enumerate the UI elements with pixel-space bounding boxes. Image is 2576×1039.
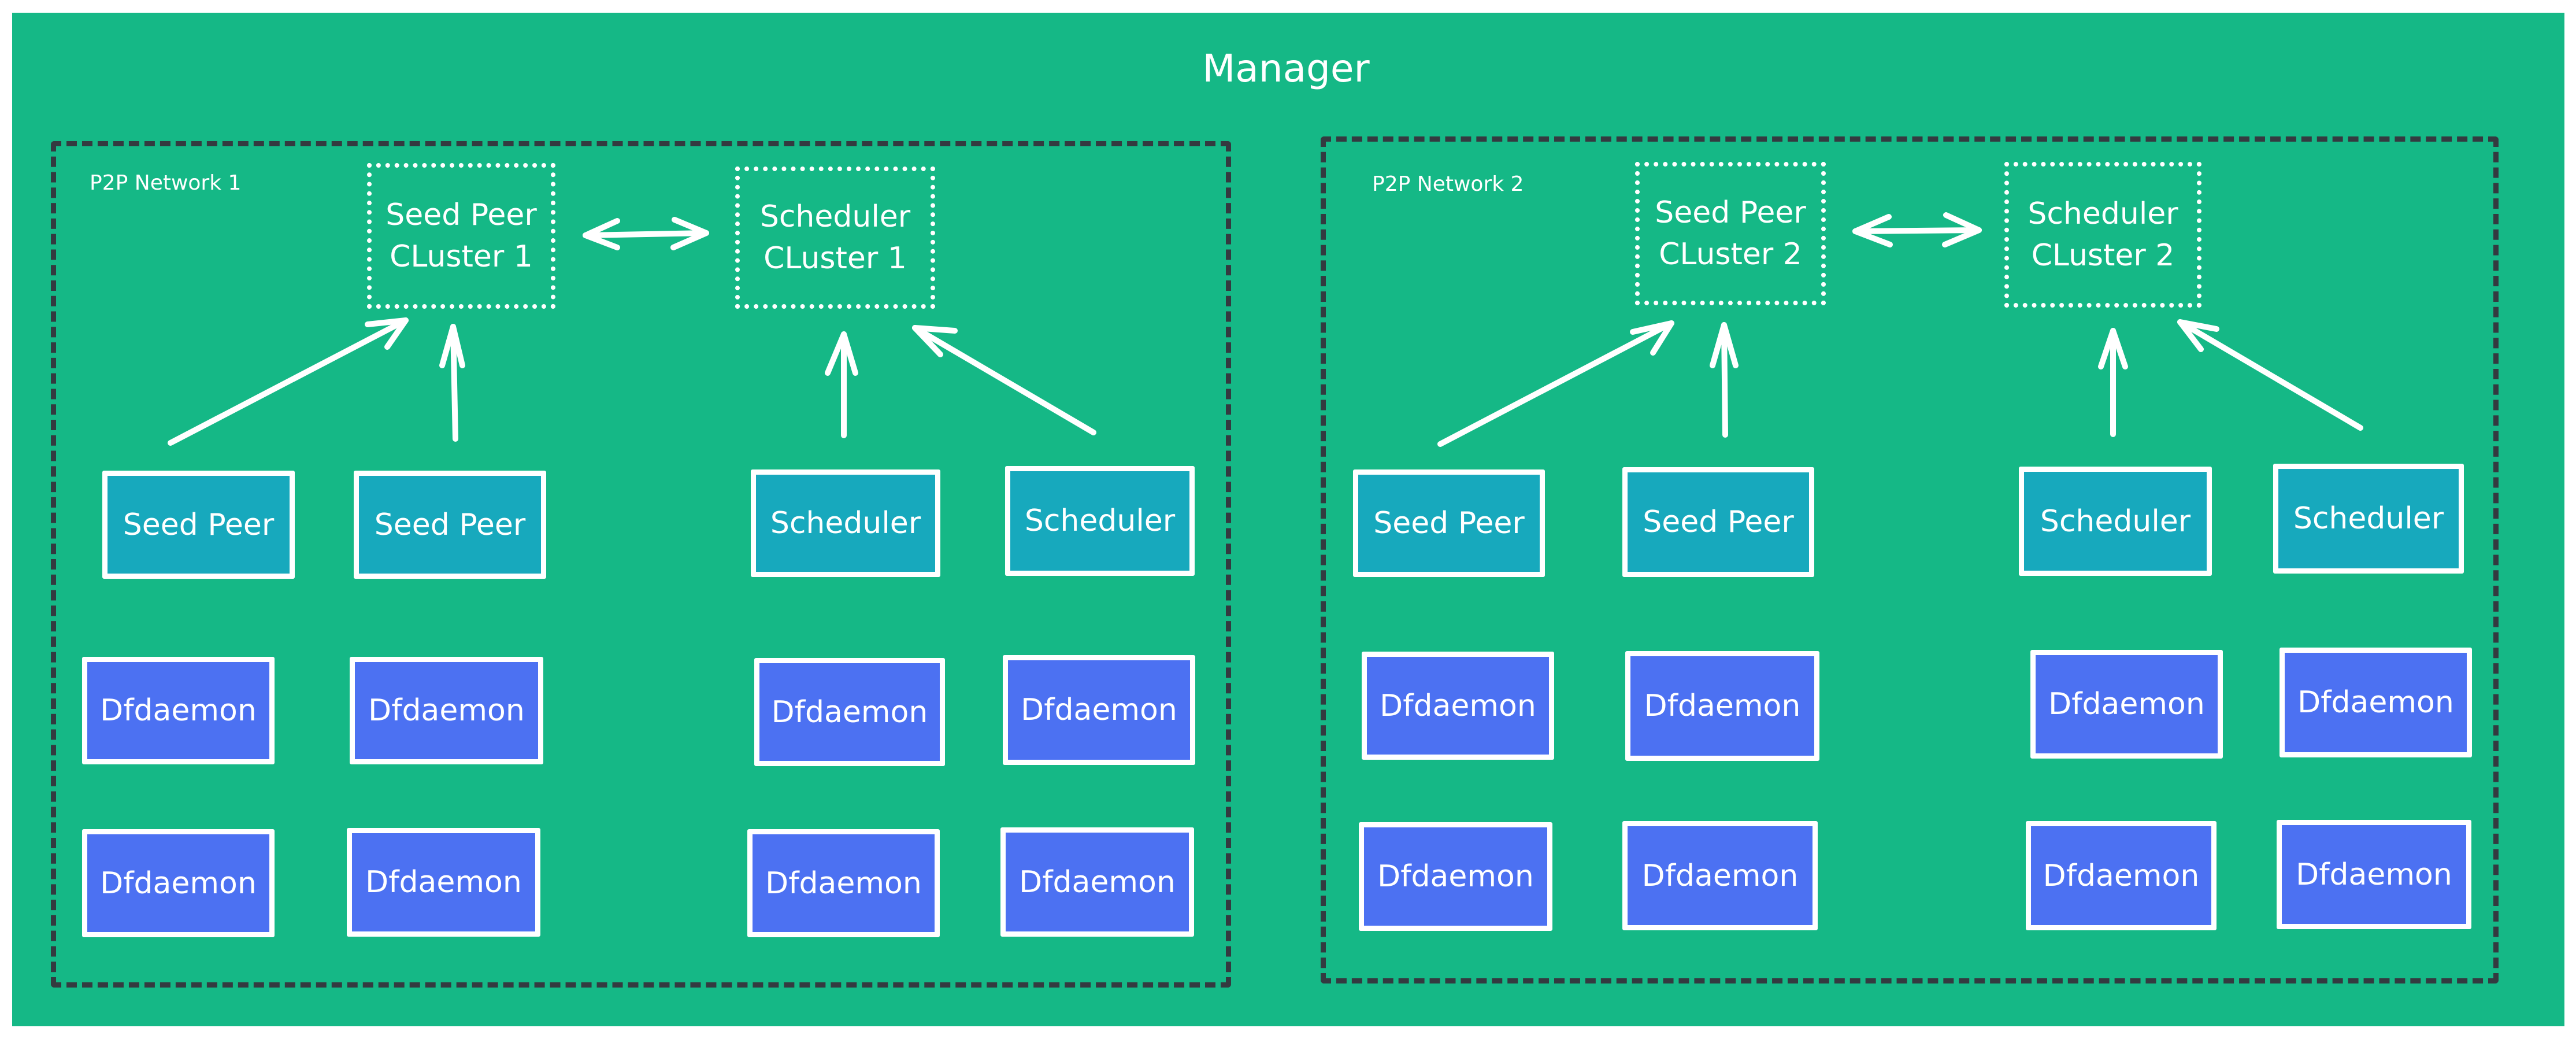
dfdaemon-node[interactable]: Dfdaemon: [2280, 648, 2472, 757]
dfdaemon-node[interactable]: Dfdaemon: [82, 657, 275, 764]
seed-peer-node[interactable]: Seed Peer: [354, 471, 546, 579]
scheduler-cluster-1-line1: Scheduler: [759, 199, 911, 234]
dfdaemon-node[interactable]: Dfdaemon: [1362, 652, 1554, 760]
dfdaemon-node[interactable]: Dfdaemon: [1625, 651, 1819, 761]
seed-peer-node[interactable]: Seed Peer: [102, 471, 295, 579]
scheduler-cluster-1-line2: CLuster 1: [763, 241, 907, 276]
seed-peer-cluster-2-line1: Seed Peer: [1655, 195, 1806, 230]
seed-peer-cluster-1-line1: Seed Peer: [386, 198, 537, 232]
dfdaemon-node[interactable]: Dfdaemon: [1622, 821, 1818, 930]
seed-peer-node[interactable]: Seed Peer: [1622, 467, 1814, 577]
scheduler-node[interactable]: Scheduler: [2019, 467, 2212, 576]
seed-peer-cluster-2[interactable]: Seed Peer CLuster 2: [1635, 162, 1826, 305]
seed-peer-cluster-2-line2: CLuster 2: [1659, 237, 1802, 272]
manager-title: Manager: [1202, 46, 1370, 91]
dfdaemon-node[interactable]: Dfdaemon: [1359, 822, 1552, 931]
dfdaemon-node[interactable]: Dfdaemon: [2030, 650, 2223, 759]
dfdaemon-node[interactable]: Dfdaemon: [747, 829, 940, 937]
scheduler-cluster-2-line1: Scheduler: [2028, 197, 2178, 231]
scheduler-node[interactable]: Scheduler: [751, 469, 940, 577]
scheduler-node[interactable]: Scheduler: [1005, 466, 1195, 576]
seed-peer-node[interactable]: Seed Peer: [1353, 469, 1545, 577]
scheduler-node[interactable]: Scheduler: [2273, 464, 2464, 574]
dfdaemon-node[interactable]: Dfdaemon: [1003, 655, 1195, 765]
dfdaemon-node[interactable]: Dfdaemon: [2026, 821, 2217, 930]
scheduler-cluster-1[interactable]: Scheduler CLuster 1: [735, 167, 935, 309]
seed-peer-cluster-1[interactable]: Seed Peer CLuster 1: [367, 163, 555, 309]
dfdaemon-node[interactable]: Dfdaemon: [350, 657, 543, 764]
scheduler-cluster-2[interactable]: Scheduler CLuster 2: [2004, 162, 2201, 308]
seed-peer-cluster-1-line2: CLuster 1: [390, 239, 533, 274]
dfdaemon-node[interactable]: Dfdaemon: [82, 829, 275, 937]
scheduler-cluster-2-line2: CLuster 2: [2031, 238, 2175, 273]
dfdaemon-node[interactable]: Dfdaemon: [347, 828, 540, 937]
p2p-network-2-label: P2P Network 2: [1372, 172, 1524, 196]
dfdaemon-node[interactable]: Dfdaemon: [2277, 820, 2471, 929]
dfdaemon-node[interactable]: Dfdaemon: [1000, 827, 1194, 937]
p2p-network-1-label: P2P Network 1: [90, 171, 242, 195]
dfdaemon-node[interactable]: Dfdaemon: [754, 658, 945, 766]
